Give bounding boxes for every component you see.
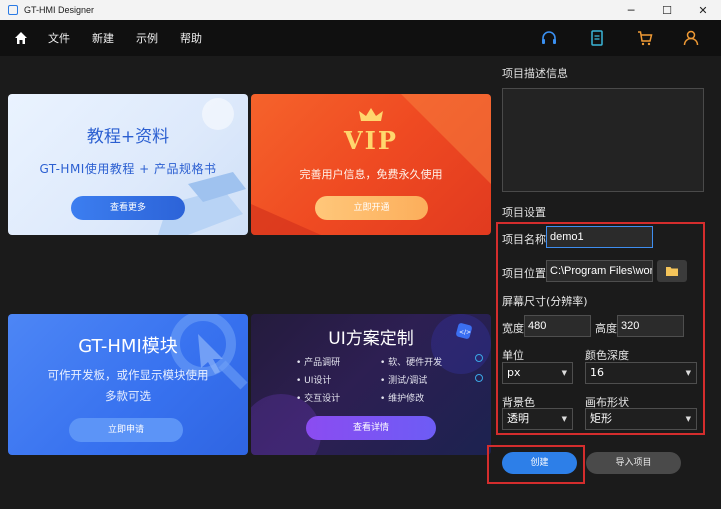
folder-icon	[666, 267, 678, 276]
project-name-input[interactable]: demo1	[546, 226, 653, 248]
crown-icon	[359, 108, 383, 121]
description-textarea[interactable]	[502, 88, 704, 192]
view-details-button[interactable]: 查看详情	[306, 416, 436, 440]
ui-custom-title: UI方案定制	[328, 329, 414, 349]
width-label: 宽度	[502, 322, 524, 335]
feature-testing: • 测试/调试	[380, 376, 428, 386]
description-label: 项目描述信息	[502, 67, 568, 80]
module-subtitle-line1: 可作开发板，或作显示模块使用	[47, 368, 209, 382]
ui-custom-card[interactable]: </> UI方案定制 • 产品调研 • 软、硬件开发 • UI设计 • 测试/调…	[251, 314, 491, 455]
tutorial-subtitle: GT-HMI使用教程 + 产品规格书	[39, 162, 217, 176]
chevron-down-icon: ▼	[685, 415, 691, 423]
color-depth-value: 16	[590, 366, 604, 379]
canvas-shape-select[interactable]: 矩形 ▼	[585, 408, 697, 430]
apply-now-button[interactable]: 立即申请	[69, 418, 183, 442]
resolution-label: 屏幕尺寸(分辨率)	[502, 295, 588, 308]
feature-interaction-design: • 交互设计	[296, 394, 341, 404]
tutorial-card[interactable]: 教程+资料 GT-HMI使用教程 + 产品规格书 查看更多	[8, 94, 248, 235]
module-card[interactable]: GT-HMI模块 可作开发板，或作显示模块使用 多款可选 立即申请	[8, 314, 248, 455]
window-controls: ─ ☐ ✕	[613, 0, 721, 20]
project-location-label: 项目位置	[502, 267, 546, 280]
color-depth-select[interactable]: 16 ▼	[585, 362, 697, 384]
vip-logo: VIP	[344, 126, 398, 155]
feature-sw-hw-dev: • 软、硬件开发	[380, 358, 443, 368]
top-right-icons	[0, 20, 721, 56]
maximize-button[interactable]: ☐	[649, 0, 685, 20]
chevron-down-icon: ▼	[561, 369, 567, 377]
title-bar: GT-HMI Designer ─ ☐ ✕	[0, 0, 721, 20]
feature-product-research: • 产品调研	[296, 358, 341, 368]
menu-bar: 文件 新建 示例 帮助	[0, 20, 721, 56]
app-icon	[8, 5, 18, 15]
tutorial-title: 教程+资料	[86, 127, 170, 147]
height-label: 高度	[595, 322, 617, 335]
height-input[interactable]: 320	[617, 315, 684, 337]
view-more-button[interactable]: 查看更多	[71, 196, 185, 220]
close-button[interactable]: ✕	[685, 0, 721, 20]
feature-maintenance: • 维护修改	[380, 394, 425, 404]
settings-label: 项目设置	[502, 206, 546, 219]
chevron-down-icon: ▼	[561, 415, 567, 423]
window-title: GT-HMI Designer	[24, 5, 95, 15]
main-area: 教程+资料 GT-HMI使用教程 + 产品规格书 查看更多 VIP 完善用户信息…	[0, 56, 721, 509]
browse-folder-button[interactable]	[657, 260, 687, 282]
color-depth-label: 颜色深度	[585, 349, 629, 362]
carousel-dot-2[interactable]	[475, 374, 483, 382]
headset-icon[interactable]	[540, 29, 558, 47]
carousel-dot-1[interactable]	[475, 354, 483, 362]
user-icon[interactable]	[682, 29, 700, 47]
background-select[interactable]: 透明 ▼	[502, 408, 573, 430]
width-input[interactable]: 480	[524, 315, 591, 337]
chevron-down-icon: ▼	[685, 369, 691, 377]
project-name-label: 项目名称	[502, 233, 546, 246]
module-subtitle-line2: 多款可选	[105, 389, 151, 403]
project-location-input[interactable]: C:\Program Files\wor	[546, 260, 653, 282]
canvas-shape-value: 矩形	[590, 412, 612, 425]
unit-select[interactable]: px ▼	[502, 362, 573, 384]
create-button[interactable]: 创建	[502, 452, 577, 474]
document-icon[interactable]	[588, 29, 606, 47]
unit-label: 单位	[502, 349, 524, 362]
unit-select-value: px	[507, 366, 521, 379]
activate-now-button[interactable]: 立即开通	[315, 196, 428, 220]
vip-card[interactable]: VIP 完善用户信息，免费永久使用 立即开通	[251, 94, 491, 235]
vip-subtitle: 完善用户信息，免费永久使用	[299, 168, 443, 181]
feature-ui-design: • UI设计	[296, 376, 332, 386]
module-title: GT-HMI模块	[78, 336, 178, 357]
cart-icon[interactable]	[636, 29, 654, 47]
background-value: 透明	[507, 412, 529, 425]
minimize-button[interactable]: ─	[613, 0, 649, 20]
import-project-button[interactable]: 导入项目	[586, 452, 681, 474]
